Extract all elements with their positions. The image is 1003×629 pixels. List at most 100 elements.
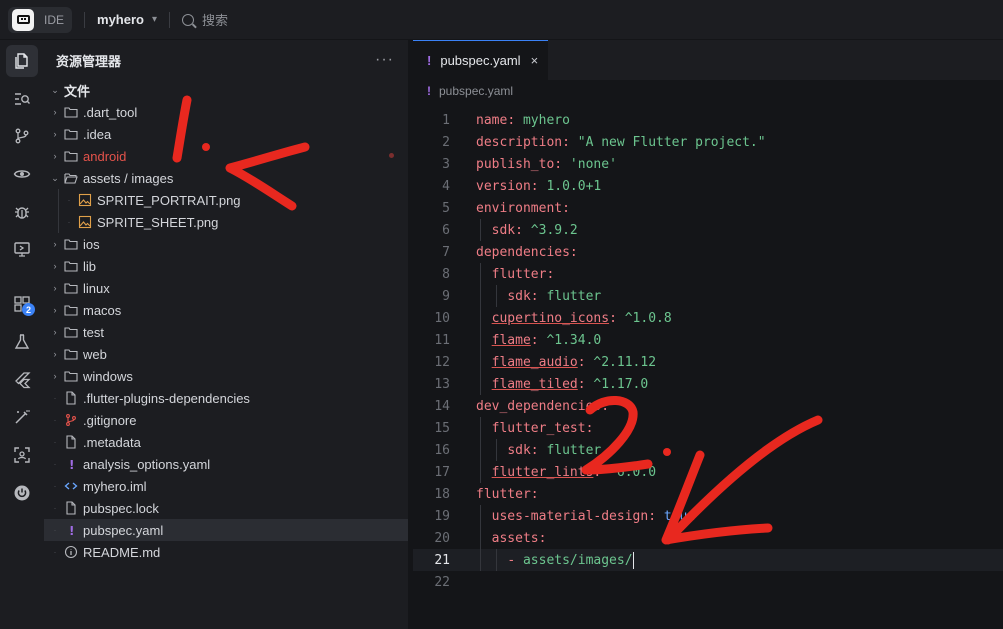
tree-item[interactable]: › .idea	[44, 123, 408, 145]
tree-item-label: pubspec.yaml	[83, 522, 164, 538]
code-line[interactable]: 18 flutter:	[413, 483, 1003, 505]
code-line[interactable]: 22	[413, 571, 1003, 593]
code-line[interactable]: 15 flutter_test:	[413, 417, 1003, 439]
indent-guide	[480, 263, 481, 395]
code-line[interactable]: 21 - assets/images/	[413, 549, 1003, 571]
line-number: 8	[442, 266, 450, 282]
code-line[interactable]: 14 dev_dependencies:	[413, 395, 1003, 417]
power-icon[interactable]	[6, 477, 38, 509]
activity-bar: 2	[0, 40, 44, 629]
search-files-icon[interactable]	[6, 83, 38, 115]
chevron-right-icon[interactable]: ›	[50, 283, 60, 293]
code-line[interactable]: 11 flame: ^1.34.0	[413, 329, 1003, 351]
line-number: 20	[434, 530, 450, 546]
code-line[interactable]: 3 publish_to: 'none'	[413, 153, 1003, 175]
line-number: 10	[434, 310, 450, 326]
tree-item-label: macos	[83, 302, 122, 318]
code-line[interactable]: 20 assets:	[413, 527, 1003, 549]
flutter-icon[interactable]	[6, 364, 38, 396]
tree-spacer: ·	[53, 547, 57, 557]
flask-icon[interactable]	[6, 326, 38, 358]
indent-guide	[496, 439, 497, 461]
folder-icon	[64, 325, 78, 339]
code-line[interactable]: 7 dependencies:	[413, 241, 1003, 263]
tree-item[interactable]: › linux	[44, 277, 408, 299]
search-button[interactable]: 搜索	[182, 10, 228, 29]
code-text: uses-material-design: true	[491, 508, 696, 524]
chevron-right-icon[interactable]: ›	[50, 327, 60, 337]
line-number: 17	[434, 464, 450, 480]
yaml-file-icon: !	[427, 53, 432, 68]
close-icon[interactable]: ×	[531, 53, 539, 68]
tree-item[interactable]: · myhero.iml	[44, 475, 408, 497]
tree-item[interactable]: · .flutter-plugins-dependencies	[44, 387, 408, 409]
code-text: assets:	[491, 530, 547, 546]
tree-item[interactable]: › macos	[44, 299, 408, 321]
code-line[interactable]: 1 name: myhero	[413, 109, 1003, 131]
explorer-icon[interactable]	[6, 45, 38, 77]
monitor-icon[interactable]	[6, 233, 38, 265]
code-line[interactable]: 4 version: 1.0.0+1	[413, 175, 1003, 197]
extensions-icon[interactable]: 2	[6, 288, 38, 320]
chevron-right-icon[interactable]: ›	[50, 305, 60, 315]
code-text: flutter_test:	[491, 420, 594, 436]
tree-item[interactable]: › web	[44, 343, 408, 365]
breadcrumb-file[interactable]: pubspec.yaml	[439, 84, 513, 98]
yaml-file-icon: !	[64, 523, 78, 537]
code-line[interactable]: 16 sdk: flutter	[413, 439, 1003, 461]
debug-icon[interactable]	[6, 196, 38, 228]
yaml-file-icon: !	[64, 457, 78, 471]
line-number: 7	[442, 244, 450, 260]
code-line[interactable]: 8 flutter:	[413, 263, 1003, 285]
tree-item[interactable]: › ios	[44, 233, 408, 255]
chevron-right-icon[interactable]: ›	[50, 371, 60, 381]
tree-item[interactable]: · .gitignore	[44, 409, 408, 431]
chevron-right-icon[interactable]: ›	[50, 261, 60, 271]
eye-icon[interactable]	[6, 158, 38, 190]
tree-item[interactable]: › android	[44, 145, 408, 167]
yaml-file-icon: !	[427, 84, 431, 98]
source-control-icon[interactable]	[6, 120, 38, 152]
tree-item[interactable]: › windows	[44, 365, 408, 387]
app-switcher[interactable]: IDE	[8, 6, 73, 33]
tree-item[interactable]: · SPRITE_SHEET.png	[44, 211, 408, 233]
code-line[interactable]: 12 flame_audio: ^2.11.12	[413, 351, 1003, 373]
line-number: 1	[442, 112, 450, 128]
tree-item[interactable]: ⌄ assets / images	[44, 167, 408, 189]
tree-item[interactable]: · SPRITE_PORTRAIT.png	[44, 189, 408, 211]
tree-root[interactable]: ⌄ 文件	[44, 79, 408, 101]
tree-item[interactable]: › .dart_tool	[44, 101, 408, 123]
chevron-right-icon[interactable]: ›	[50, 129, 60, 139]
chevron-right-icon[interactable]: ›	[50, 151, 60, 161]
code-line[interactable]: 10 cupertino_icons: ^1.0.8	[413, 307, 1003, 329]
tree-item-label: .gitignore	[83, 412, 137, 428]
code-line[interactable]: 19 uses-material-design: true	[413, 505, 1003, 527]
line-number: 15	[434, 420, 450, 436]
more-options-icon[interactable]: ···	[375, 51, 394, 69]
line-number: 18	[434, 486, 450, 502]
magic-wand-icon[interactable]	[6, 401, 38, 433]
tree-item[interactable]: · README.md	[44, 541, 408, 563]
tab-pubspec-yaml[interactable]: ! pubspec.yaml ×	[413, 40, 549, 80]
code-line[interactable]: 6 sdk: ^3.9.2	[413, 219, 1003, 241]
code-line[interactable]: 13 flame_tiled: ^1.17.0	[413, 373, 1003, 395]
chevron-down-icon[interactable]: ▾	[152, 14, 157, 25]
tree-item-label: web	[83, 346, 107, 362]
git-icon	[64, 413, 78, 427]
chevron-right-icon[interactable]: ›	[50, 349, 60, 359]
tree-item[interactable]: › test	[44, 321, 408, 343]
chevron-right-icon[interactable]: ›	[50, 107, 60, 117]
code-line[interactable]: 2 description: "A new Flutter project."	[413, 131, 1003, 153]
code-line[interactable]: 5 environment:	[413, 197, 1003, 219]
chevron-down-icon[interactable]: ⌄	[50, 173, 60, 184]
tree-item[interactable]: ·! analysis_options.yaml	[44, 453, 408, 475]
code-line[interactable]: 9 sdk: flutter	[413, 285, 1003, 307]
code-line[interactable]: 17 flutter_lints: ^6.0.0	[413, 461, 1003, 483]
tree-item[interactable]: · pubspec.lock	[44, 497, 408, 519]
project-name[interactable]: myhero	[97, 12, 144, 27]
tree-item[interactable]: ·! pubspec.yaml	[44, 519, 408, 541]
tree-item[interactable]: · .metadata	[44, 431, 408, 453]
chevron-right-icon[interactable]: ›	[50, 239, 60, 249]
tree-item[interactable]: › lib	[44, 255, 408, 277]
scan-icon[interactable]	[6, 439, 38, 471]
